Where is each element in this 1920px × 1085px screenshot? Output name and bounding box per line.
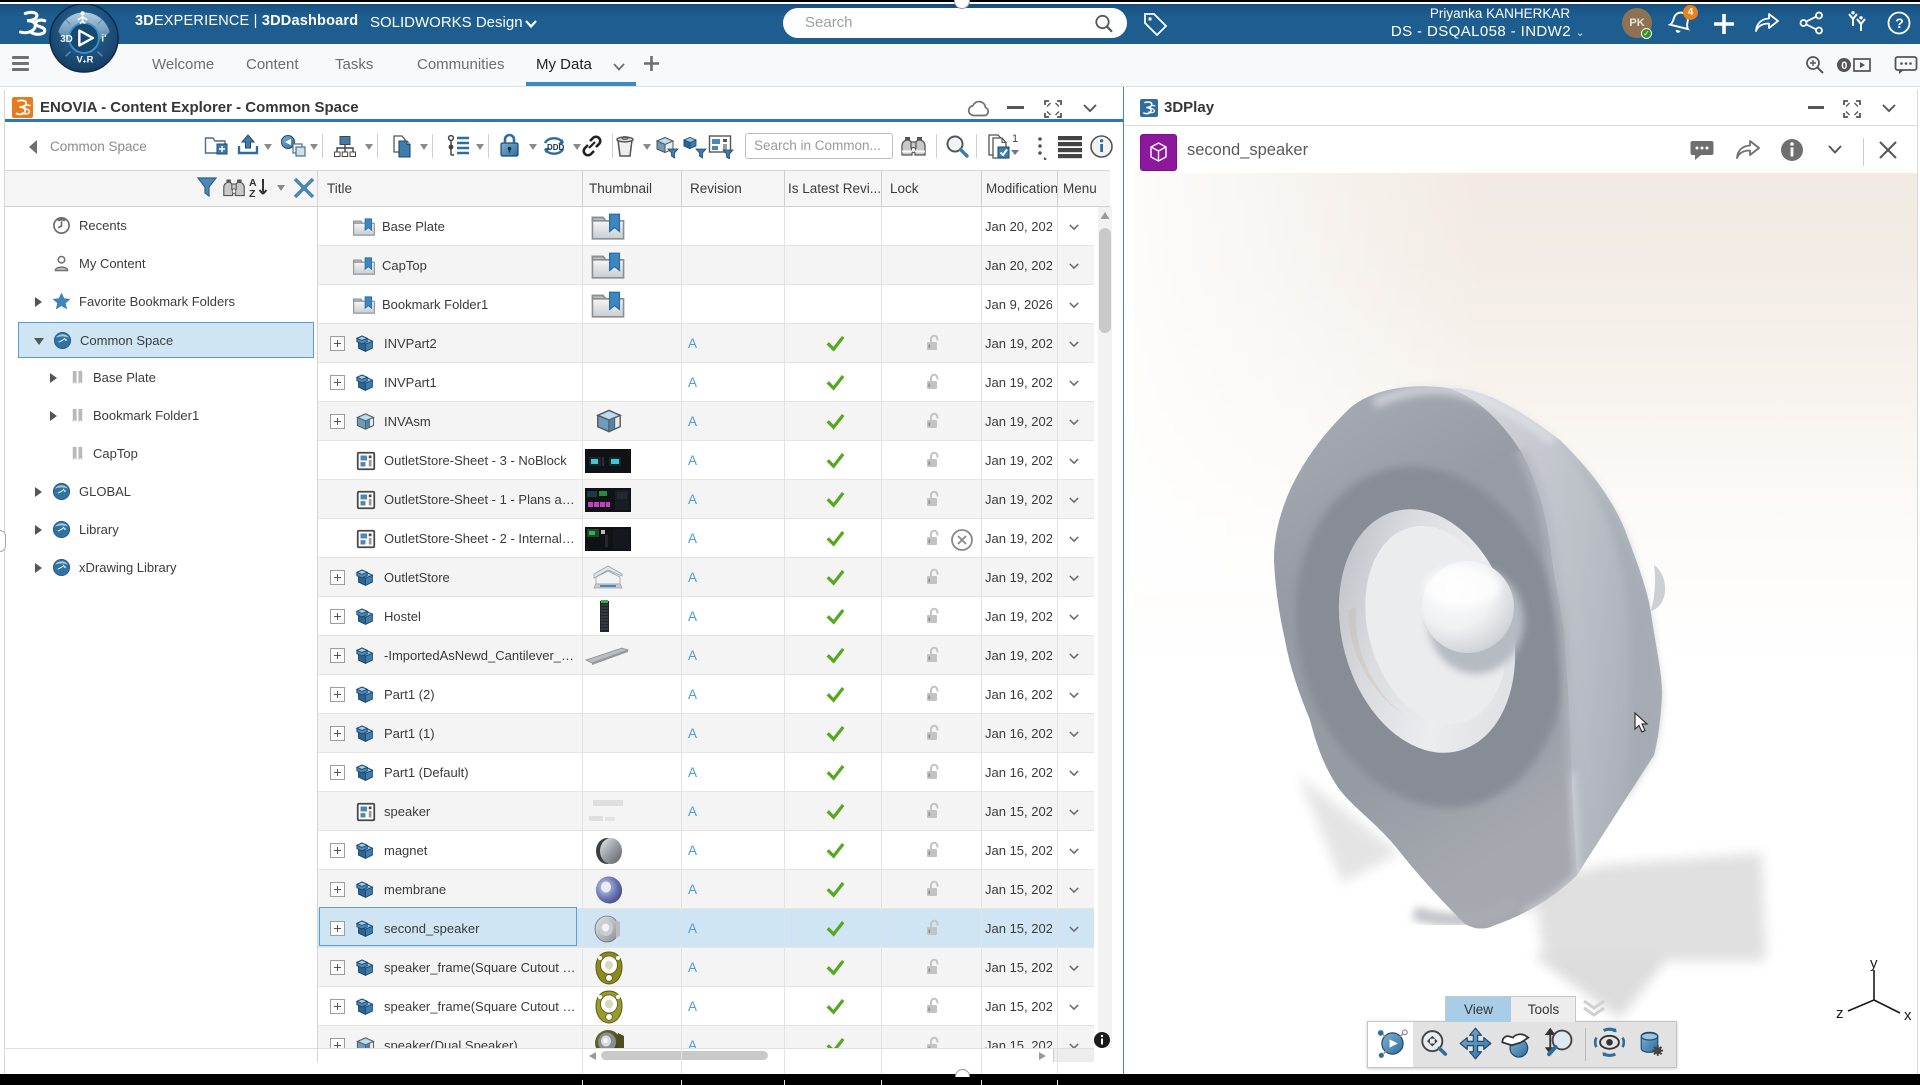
svg-text:DDD: DDD xyxy=(547,143,565,152)
svg-text:3D: 3D xyxy=(60,34,73,45)
svg-text:1: 1 xyxy=(1012,133,1018,145)
svg-text:0: 0 xyxy=(1841,60,1847,72)
svg-text:y: y xyxy=(1870,958,1878,972)
svg-text:?: ? xyxy=(1895,15,1904,31)
svg-text:i': i' xyxy=(101,33,106,44)
svg-text:Z: Z xyxy=(249,188,256,200)
svg-text:z: z xyxy=(1836,1005,1844,1022)
svg-text:x: x xyxy=(1904,1007,1912,1024)
